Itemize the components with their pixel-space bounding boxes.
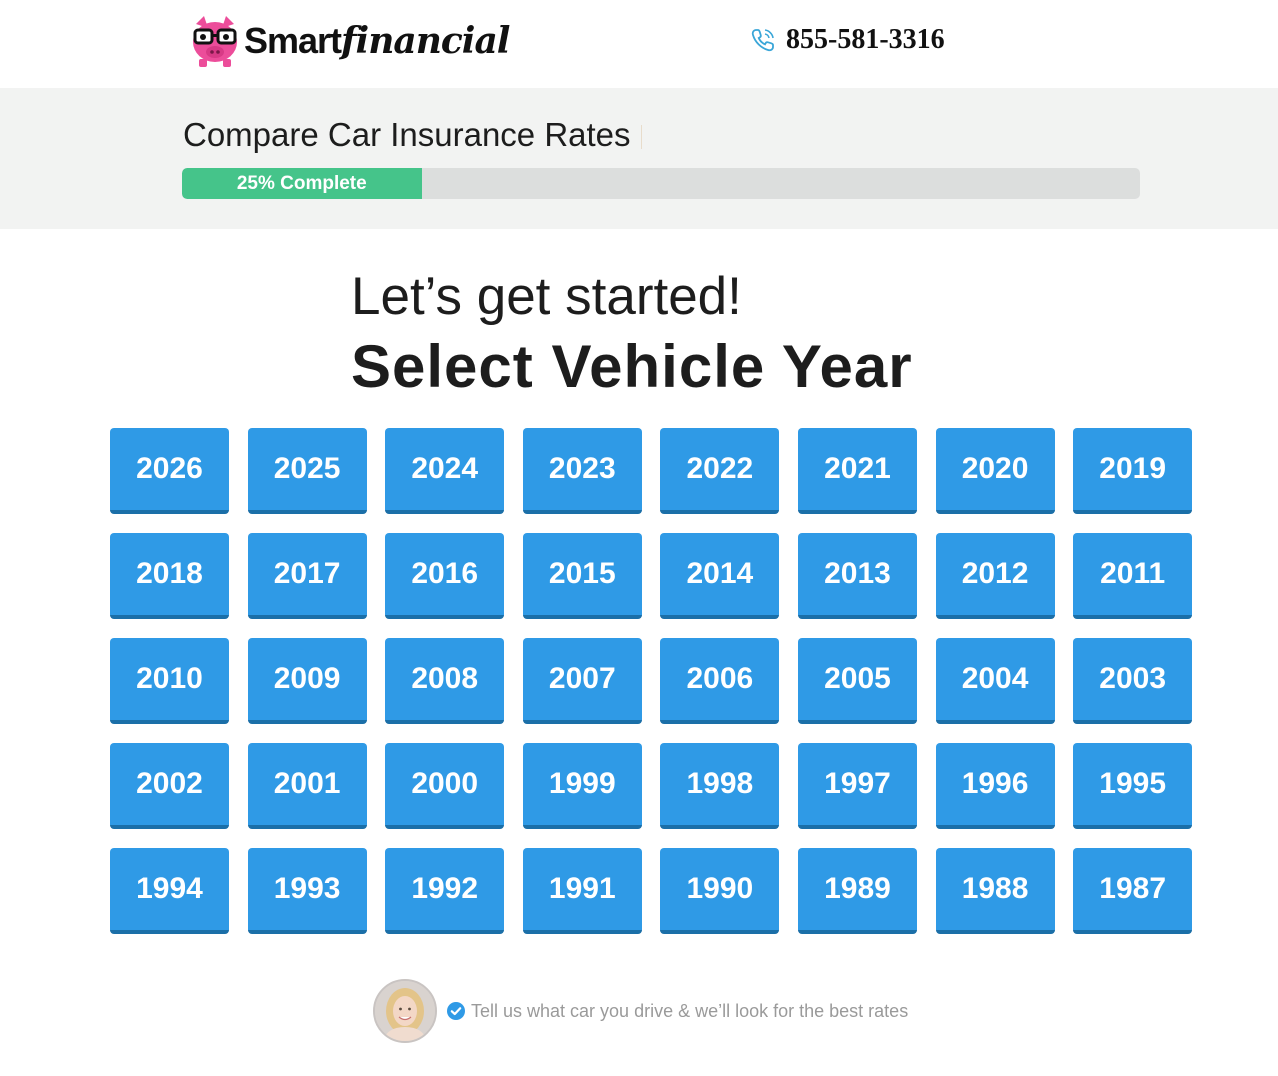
- logo-text-financial: financial: [341, 20, 510, 62]
- year-button-2009[interactable]: 2009: [247, 638, 367, 724]
- year-button-2025[interactable]: 2025: [247, 428, 367, 514]
- year-button-2022[interactable]: 2022: [660, 428, 780, 514]
- progress-title-text: Compare Car Insurance Rates: [183, 116, 631, 153]
- year-button-2017[interactable]: 2017: [247, 533, 367, 619]
- year-button-2007[interactable]: 2007: [522, 638, 642, 724]
- logo-wordmark: Smart financial: [244, 20, 510, 62]
- year-button-1997[interactable]: 1997: [797, 743, 917, 829]
- year-button-2013[interactable]: 2013: [797, 533, 917, 619]
- check-circle-icon: [447, 1002, 465, 1020]
- logo-text-smart: Smart: [244, 20, 342, 61]
- phone-ringing-icon: [751, 29, 774, 52]
- year-button-2012[interactable]: 2012: [935, 533, 1055, 619]
- year-button-1999[interactable]: 1999: [522, 743, 642, 829]
- page-heading: Select Vehicle Year: [351, 333, 913, 400]
- year-button-2010[interactable]: 2010: [110, 638, 229, 724]
- year-button-1989[interactable]: 1989: [797, 848, 917, 934]
- year-button-2020[interactable]: 2020: [935, 428, 1055, 514]
- year-button-2004[interactable]: 2004: [935, 638, 1055, 724]
- year-button-1987[interactable]: 1987: [1073, 848, 1193, 934]
- year-button-2021[interactable]: 2021: [797, 428, 917, 514]
- year-button-1994[interactable]: 1994: [110, 848, 229, 934]
- year-button-2023[interactable]: 2023: [522, 428, 642, 514]
- footer-message: Tell us what car you drive & we’ll look …: [471, 1000, 909, 1021]
- progress-bar: 25% Complete: [182, 168, 1140, 199]
- year-button-2026[interactable]: 2026: [110, 428, 229, 514]
- progress-title: Compare Car Insurance Rates: [183, 116, 642, 154]
- year-button-2003[interactable]: 2003: [1073, 638, 1193, 724]
- text-cursor: [640, 125, 642, 150]
- agent-photo: [375, 981, 435, 1041]
- year-button-2016[interactable]: 2016: [385, 533, 505, 619]
- year-button-2014[interactable]: 2014: [660, 533, 780, 619]
- phone-number: 855-581-3316: [786, 24, 945, 55]
- site-header: Smart financial 855-581-3316: [0, 0, 1278, 88]
- year-button-1995[interactable]: 1995: [1073, 743, 1193, 829]
- smartfinancial-logo[interactable]: Smart financial: [190, 12, 510, 70]
- year-button-1991[interactable]: 1991: [522, 848, 642, 934]
- year-button-2005[interactable]: 2005: [797, 638, 917, 724]
- year-button-2000[interactable]: 2000: [385, 743, 505, 829]
- pig-with-glasses-icon: [193, 16, 237, 67]
- year-button-1998[interactable]: 1998: [660, 743, 780, 829]
- year-button-1990[interactable]: 1990: [660, 848, 780, 934]
- year-button-1993[interactable]: 1993: [247, 848, 367, 934]
- year-button-2008[interactable]: 2008: [385, 638, 505, 724]
- year-button-2018[interactable]: 2018: [110, 533, 229, 619]
- progress-bar-fill: 25% Complete: [182, 168, 422, 199]
- year-button-2002[interactable]: 2002: [110, 743, 229, 829]
- year-button-2015[interactable]: 2015: [522, 533, 642, 619]
- year-button-1992[interactable]: 1992: [385, 848, 505, 934]
- vehicle-year-grid: 2026 2025 2024 2023 2022 2021 2020 2019 2018 2017…: [110, 428, 1193, 934]
- phone-link[interactable]: 855-581-3316: [750, 22, 945, 58]
- progress-label: 25% Complete: [236, 172, 367, 194]
- year-button-2024[interactable]: 2024: [385, 428, 505, 514]
- year-button-2019[interactable]: 2019: [1073, 428, 1193, 514]
- year-button-1988[interactable]: 1988: [935, 848, 1055, 934]
- year-button-2006[interactable]: 2006: [660, 638, 780, 724]
- agent-avatar: [373, 979, 437, 1043]
- progress-section: Compare Car Insurance Rates 25% Complete: [0, 88, 1278, 229]
- year-button-1996[interactable]: 1996: [935, 743, 1055, 829]
- greeting-text: Let’s get started!: [351, 267, 742, 326]
- footer-note: Tell us what car you drive & we’ll look …: [373, 979, 908, 1043]
- year-button-2011[interactable]: 2011: [1073, 533, 1193, 619]
- year-button-2001[interactable]: 2001: [247, 743, 367, 829]
